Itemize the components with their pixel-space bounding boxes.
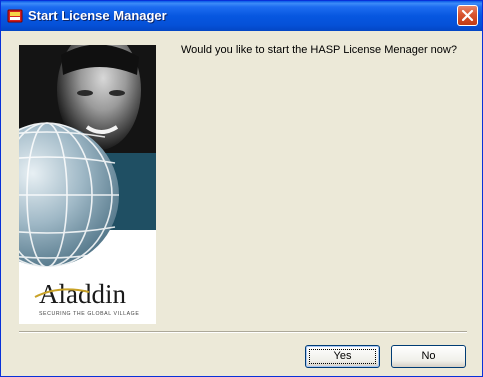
hasp-key-icon bbox=[7, 8, 23, 24]
yes-button-label: Yes bbox=[333, 350, 352, 362]
no-button[interactable]: No bbox=[391, 345, 466, 368]
aladdin-banner-image: Aladdin SECURING THE GLOBAL VILLAGE bbox=[19, 45, 156, 324]
no-button-label: No bbox=[421, 350, 436, 362]
yes-button[interactable]: Yes bbox=[305, 345, 380, 368]
svg-text:SECURING THE GLOBAL VILLAGE: SECURING THE GLOBAL VILLAGE bbox=[39, 311, 139, 317]
separator bbox=[19, 331, 467, 333]
close-icon bbox=[461, 9, 474, 22]
dialog-window: Start License Manager Aladdin SECURING T… bbox=[0, 0, 483, 377]
close-button[interactable] bbox=[457, 5, 478, 26]
title-bar[interactable]: Start License Manager bbox=[1, 1, 482, 31]
dialog-question: Would you like to start the HASP License… bbox=[181, 44, 457, 56]
aladdin-logo: Aladdin bbox=[39, 279, 126, 309]
window-title: Start License Manager bbox=[28, 8, 167, 23]
